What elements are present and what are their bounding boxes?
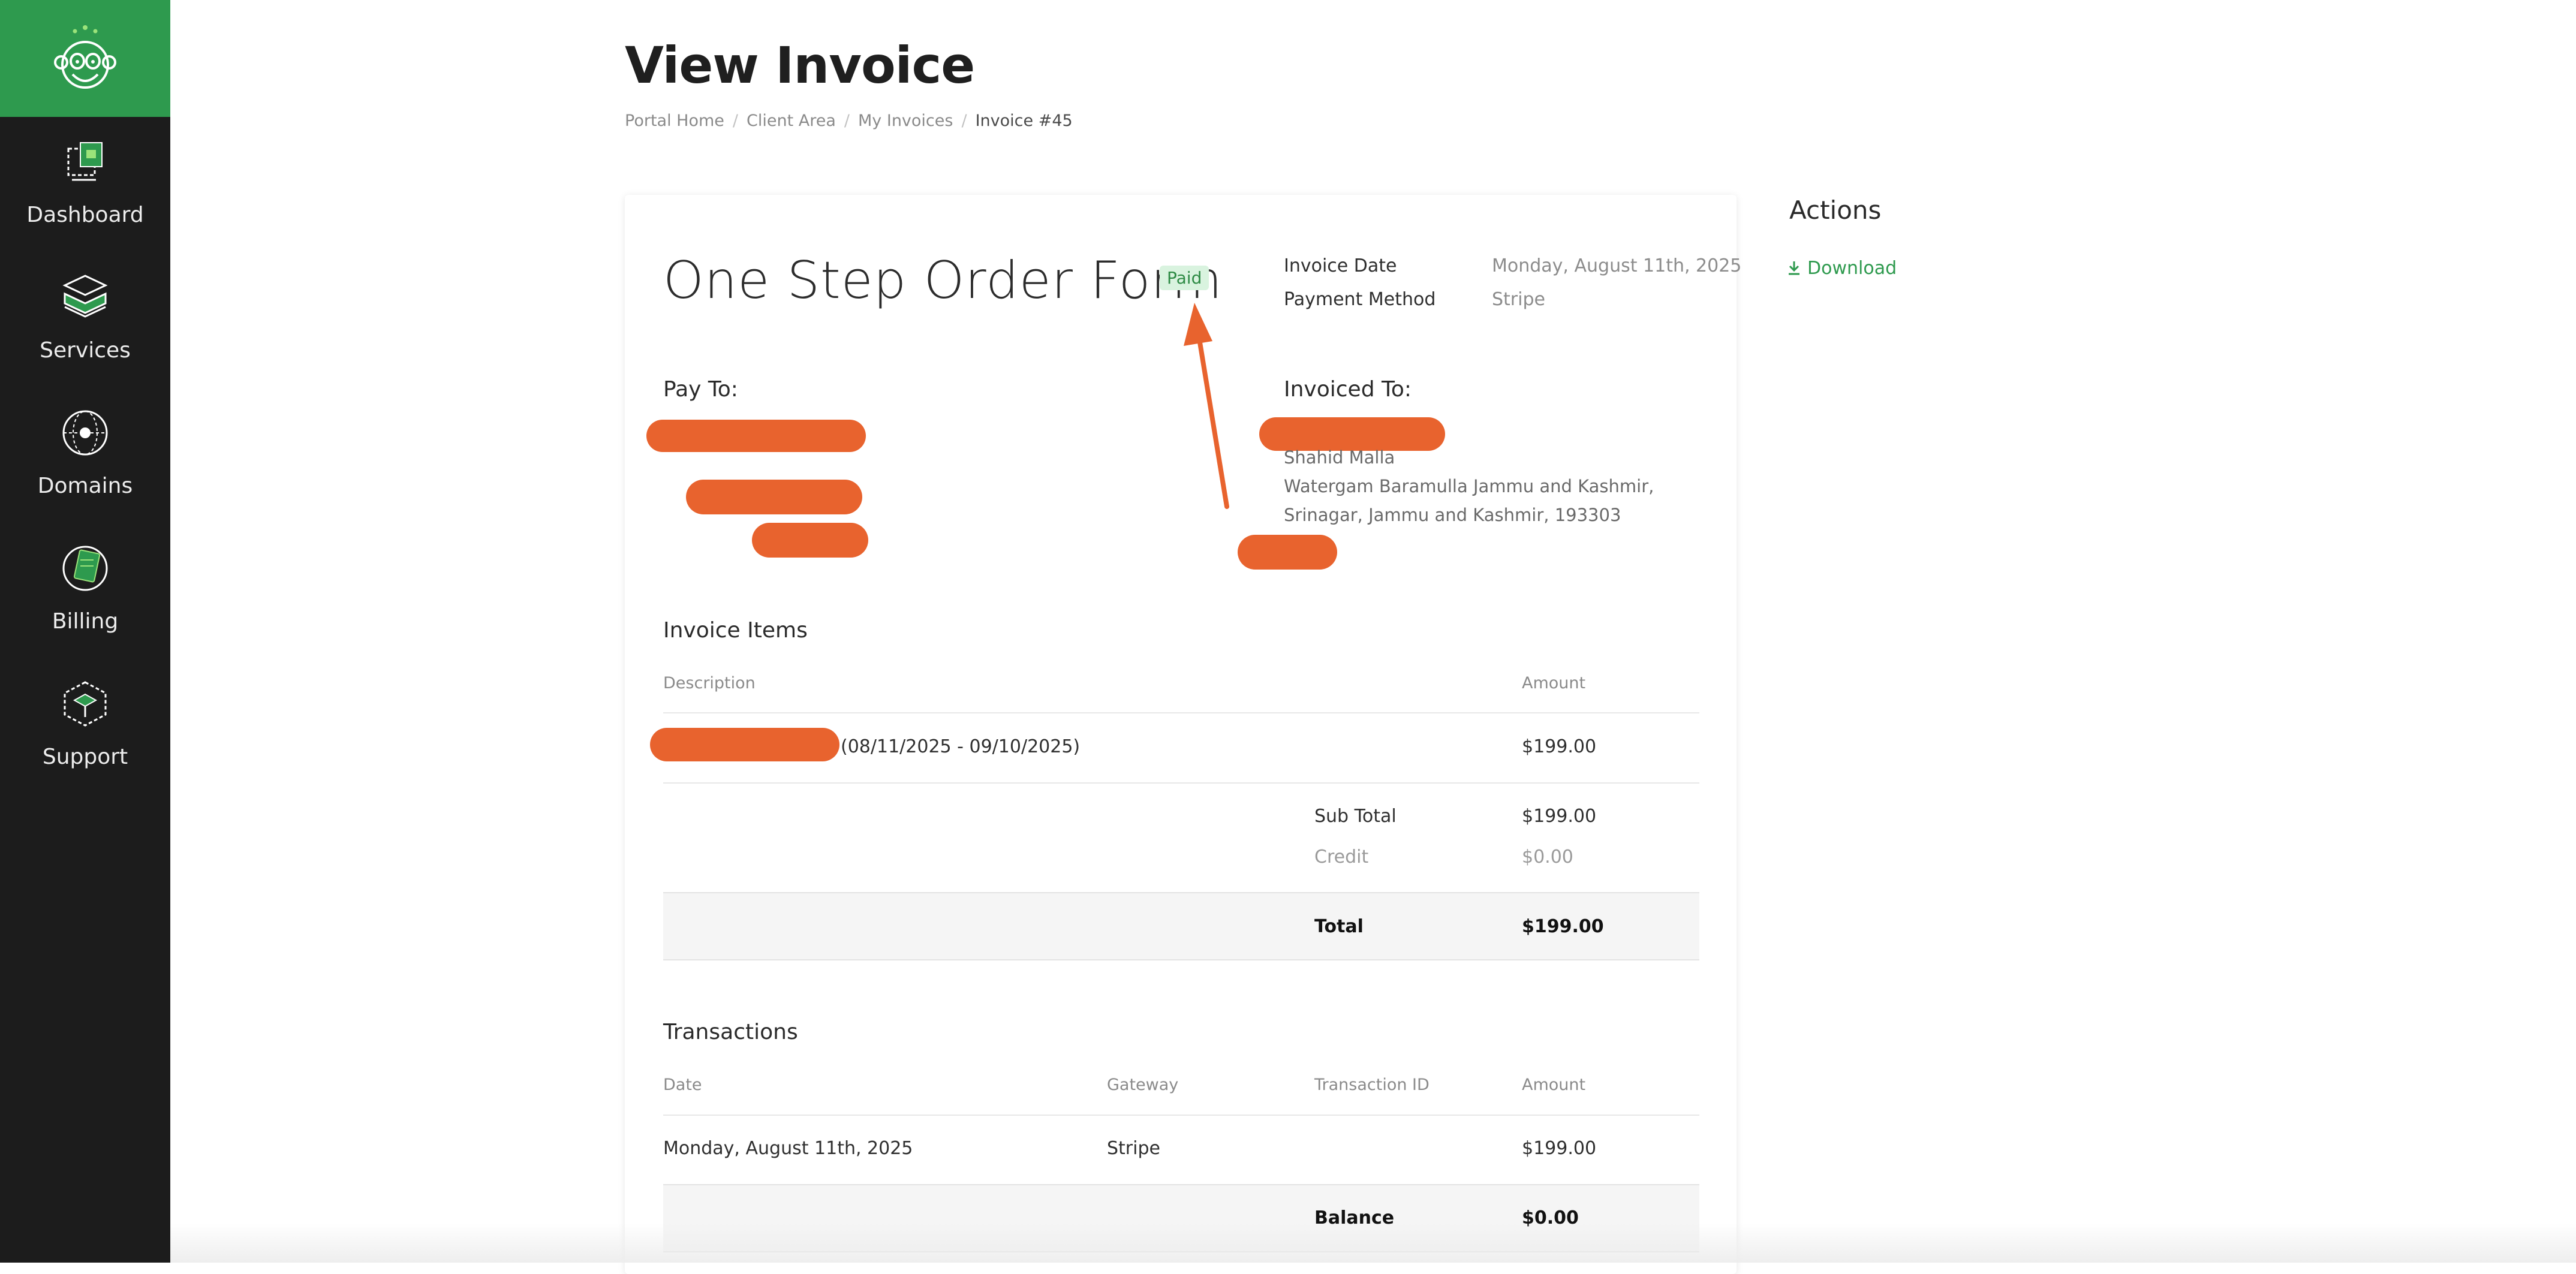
- breadcrumb-current: Invoice #45: [975, 112, 1073, 130]
- total-label: Total: [1314, 916, 1364, 937]
- invoice-items-heading: Invoice Items: [663, 618, 808, 643]
- support-icon: [64, 681, 107, 727]
- invoice-title: One Step Order Form: [663, 251, 1223, 311]
- breadcrumb-my-invoices[interactable]: My Invoices: [858, 112, 953, 130]
- redaction-mark: [646, 420, 866, 452]
- sidebar-item-label: Billing: [52, 609, 119, 634]
- transaction-gateway: Stripe: [1107, 1138, 1160, 1159]
- sidebar-item-label: Support: [42, 745, 128, 769]
- total-value: $199.00: [1522, 916, 1604, 937]
- invoiced-to-address-1: Watergam Baramulla Jammu and Kashmir,: [1284, 476, 1654, 496]
- item-amount: $199.00: [1522, 736, 1597, 757]
- pay-to-label: Pay To:: [663, 377, 738, 402]
- breadcrumb-client-area[interactable]: Client Area: [747, 112, 836, 130]
- subtotal-label: Sub Total: [1314, 806, 1397, 827]
- download-button[interactable]: Download: [1787, 258, 1897, 279]
- actions-heading: Actions: [1789, 195, 1882, 225]
- subtotal-value: $199.00: [1522, 806, 1597, 827]
- transaction-date: Monday, August 11th, 2025: [663, 1138, 913, 1159]
- sidebar: Dashboard Services Domains Billing Suppo…: [0, 0, 170, 1263]
- redaction-mark: [752, 523, 868, 558]
- redaction-mark: [686, 480, 862, 514]
- credit-value: $0.00: [1522, 847, 1573, 868]
- download-label: Download: [1807, 258, 1897, 279]
- sidebar-item-support[interactable]: Support: [0, 679, 170, 799]
- breadcrumb-portal-home[interactable]: Portal Home: [625, 112, 724, 130]
- column-header-transaction-id: Transaction ID: [1314, 1076, 1430, 1094]
- annotation-arrow: [1184, 303, 1229, 509]
- sidebar-item-services[interactable]: Services: [0, 272, 170, 392]
- invoiced-to-label: Invoiced To:: [1284, 377, 1412, 402]
- monkey-logo-icon: [54, 25, 116, 89]
- sidebar-item-label: Services: [40, 338, 131, 363]
- status-badge: Paid: [1160, 266, 1209, 290]
- invoiced-to-name: Shahid Malla: [1284, 447, 1395, 468]
- payment-method-value: Stripe: [1492, 289, 1545, 310]
- invoiced-to-address-2: Srinagar, Jammu and Kashmir, 193303: [1284, 505, 1621, 525]
- divider: [663, 1115, 1699, 1116]
- column-header-gateway: Gateway: [1107, 1076, 1179, 1094]
- item-description: (08/11/2025 - 09/10/2025): [841, 736, 1081, 757]
- column-header-amount: Amount: [1522, 674, 1586, 692]
- sidebar-item-label: Domains: [37, 474, 133, 498]
- credit-label: Credit: [1314, 847, 1369, 868]
- invoice-date-value: Monday, August 11th, 2025: [1492, 255, 1742, 276]
- redaction-mark: [1259, 417, 1445, 451]
- column-header-date: Date: [663, 1076, 702, 1094]
- transaction-amount: $199.00: [1522, 1138, 1597, 1159]
- redaction-mark: [1238, 535, 1337, 570]
- bottom-fade: [170, 1223, 2576, 1263]
- services-icon: [62, 275, 108, 318]
- redaction-mark: [650, 728, 839, 761]
- breadcrumb: Portal Home / Client Area / My Invoices / Invo…: [625, 112, 1073, 130]
- sidebar-item-billing[interactable]: Billing: [0, 543, 170, 663]
- download-icon: [1789, 261, 1799, 275]
- domains-icon: [62, 410, 108, 456]
- billing-icon: [62, 546, 108, 591]
- sidebar-item-domains[interactable]: Domains: [0, 408, 170, 528]
- column-header-amount: Amount: [1522, 1076, 1586, 1094]
- column-header-description: Description: [663, 674, 756, 692]
- divider: [663, 782, 1699, 784]
- sidebar-item-label: Dashboard: [26, 203, 144, 227]
- transactions-heading: Transactions: [663, 1020, 798, 1044]
- dashboard-icon: [67, 142, 103, 181]
- logo[interactable]: [0, 0, 170, 117]
- invoice-date-label: Invoice Date: [1284, 255, 1397, 276]
- sidebar-item-dashboard[interactable]: Dashboard: [0, 137, 170, 257]
- payment-method-label: Payment Method: [1284, 289, 1436, 310]
- page-title: View Invoice: [625, 36, 975, 95]
- divider: [663, 712, 1699, 713]
